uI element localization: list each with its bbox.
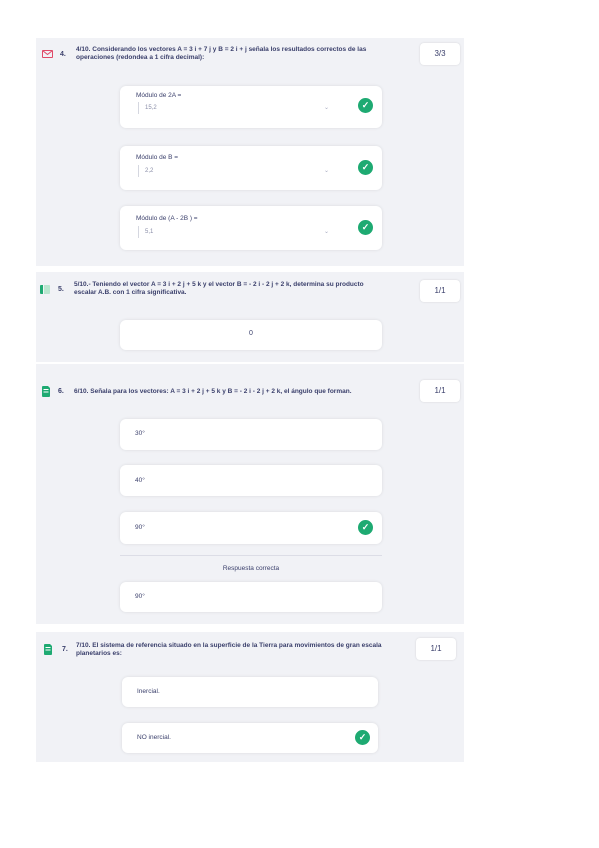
question-text: 6/10. Señala para los vectores: A = 3 i … <box>74 388 352 395</box>
question-text-line1: 7/10. El sistema de referencia situado e… <box>76 642 382 649</box>
option-label: 90° <box>135 524 145 531</box>
correct-page-icon <box>44 644 52 655</box>
question-number: 7. <box>62 646 68 653</box>
answer-value: 0 <box>249 330 253 337</box>
check-icon: ✓ <box>358 520 373 535</box>
field-label: Módulo de (A - 2B ) = <box>136 215 198 222</box>
answer-select[interactable]: 2,2 ⌄ <box>138 165 335 177</box>
option-label: NO inercial. <box>137 734 171 741</box>
question-text-line1: 5/10.- Teniendo el vector A = 3 i + 2 j … <box>74 281 364 288</box>
question-text: 4/10. Considerando los vectores A = 3 i … <box>76 46 416 62</box>
answer-card: Módulo de 2A = 15,2 ⌄ ✓ <box>120 86 382 128</box>
correct-flag-icon <box>40 285 50 294</box>
question-6-panel: 6. 6/10. Señala para los vectores: A = 3… <box>36 364 464 624</box>
chevron-down-icon: ⌄ <box>323 105 329 111</box>
question-number: 5. <box>58 286 64 293</box>
check-icon: ✓ <box>358 220 373 235</box>
score-badge: 1/1 <box>420 380 460 402</box>
question-text-line2: planetarios es: <box>76 650 122 657</box>
select-value: 15,2 <box>145 105 157 111</box>
field-label: Módulo de 2A = <box>136 92 182 99</box>
option-label: 40° <box>135 477 145 484</box>
score-badge: 1/1 <box>420 280 460 302</box>
question-text-line2: operaciones (redondea a 1 cifra decimal)… <box>76 54 205 61</box>
chevron-down-icon: ⌄ <box>323 168 329 174</box>
correct-page-icon <box>42 386 50 397</box>
check-icon: ✓ <box>358 98 373 113</box>
option-card[interactable]: Inercial. <box>122 677 378 707</box>
field-label: Módulo de B = <box>136 154 179 161</box>
answer-card: Módulo de B = 2,2 ⌄ ✓ <box>120 146 382 190</box>
answer-input[interactable]: 0 <box>120 320 382 350</box>
question-number: 4. <box>60 51 66 58</box>
question-text: 7/10. El sistema de referencia situado e… <box>76 642 416 658</box>
divider <box>120 555 382 556</box>
select-value: 5,1 <box>145 229 154 235</box>
error-mail-icon <box>42 50 53 58</box>
answer-select[interactable]: 15,2 ⌄ <box>138 102 335 114</box>
option-card[interactable]: 40° <box>120 465 382 496</box>
option-card[interactable]: NO inercial. ✓ <box>122 723 378 753</box>
question-text-line2: escalar A.B. con 1 cifra significativa. <box>74 289 187 296</box>
select-value: 2,2 <box>145 168 154 174</box>
answer-card: Módulo de (A - 2B ) = 5,1 ⌄ ✓ <box>120 206 382 250</box>
correct-answer-card: 90° <box>120 582 382 612</box>
score-badge: 1/1 <box>416 638 456 660</box>
option-label: 30° <box>135 430 145 437</box>
correct-answer-label: Respuesta correcta <box>222 565 280 572</box>
option-card[interactable]: 90° ✓ <box>120 512 382 544</box>
question-text: 5/10.- Teniendo el vector A = 3 i + 2 j … <box>74 281 414 297</box>
question-5-panel: 5. 5/10.- Teniendo el vector A = 3 i + 2… <box>36 272 464 362</box>
answer-select[interactable]: 5,1 ⌄ <box>138 226 335 238</box>
question-4-panel: 4. 4/10. Considerando los vectores A = 3… <box>36 38 464 266</box>
check-icon: ✓ <box>358 160 373 175</box>
question-text-line1: 4/10. Considerando los vectores A = 3 i … <box>76 46 367 53</box>
option-label: Inercial. <box>137 688 160 695</box>
score-badge: 3/3 <box>420 43 460 65</box>
correct-answer-value: 90° <box>135 593 145 600</box>
chevron-down-icon: ⌄ <box>323 229 329 235</box>
question-7-panel: 7. 7/10. El sistema de referencia situad… <box>36 632 464 762</box>
check-icon: ✓ <box>355 730 370 745</box>
question-number: 6. <box>58 388 64 395</box>
option-card[interactable]: 30° <box>120 419 382 450</box>
